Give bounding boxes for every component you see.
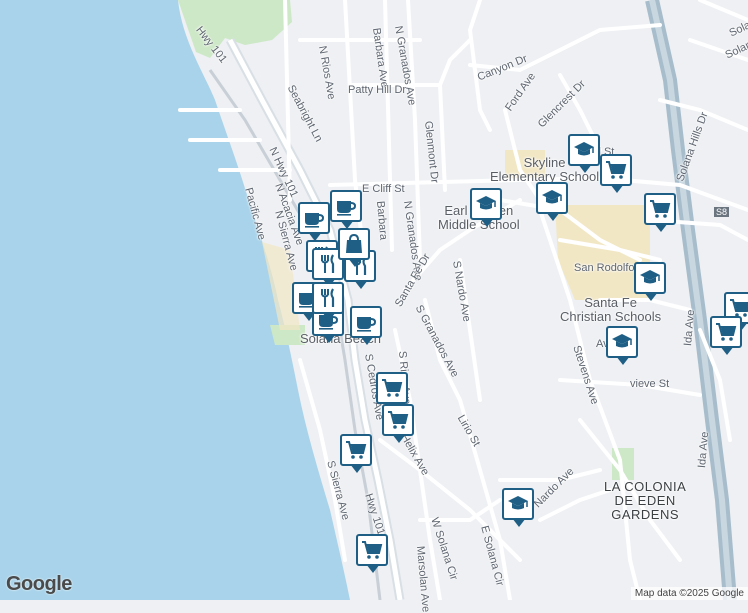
marker-pointer (322, 334, 336, 343)
grocery-marker[interactable] (382, 404, 418, 448)
school-marker[interactable] (634, 262, 670, 306)
marker-pointer (616, 356, 630, 365)
place-label-line: LA COLONIA (604, 479, 687, 494)
school-marker[interactable] (502, 488, 538, 532)
marker-pointer (348, 258, 362, 267)
marker-pointer (512, 518, 526, 527)
street-label-s-label: S8 (714, 207, 730, 217)
grocery-icon (340, 434, 372, 466)
street-label-cliff: E Cliff St (362, 183, 405, 195)
cafe-marker[interactable] (350, 306, 386, 350)
marker-pointer (322, 312, 336, 321)
school-icon (568, 134, 600, 166)
marker-pointer (610, 184, 624, 193)
street-label-genevieve: vieve St (630, 378, 670, 390)
marker-pointer (644, 292, 658, 301)
marker-pointer (546, 212, 560, 221)
school-marker[interactable] (470, 188, 506, 232)
school-icon (502, 488, 534, 520)
restaurant-icon (312, 282, 344, 314)
grocery-icon (600, 154, 632, 186)
marker-pointer (720, 346, 734, 355)
school-marker[interactable] (568, 134, 604, 178)
cafe-icon (298, 202, 330, 234)
marker-pointer (360, 336, 374, 345)
marker-pointer (654, 223, 668, 232)
marker-pointer (578, 164, 592, 173)
cafe-icon (350, 306, 382, 338)
place-label-line: Christian Schools (560, 309, 662, 324)
grocery-icon (382, 404, 414, 436)
school-marker[interactable] (536, 182, 572, 226)
place-label-line: DE EDEN (614, 493, 676, 508)
google-logo: Google (6, 573, 72, 596)
map-attribution[interactable]: Map data ©2025 Google (630, 587, 748, 600)
logo-text: Google (6, 573, 72, 595)
marker-pointer (480, 218, 494, 227)
grocery-marker[interactable] (710, 316, 746, 360)
grocery-icon (644, 193, 676, 225)
marker-pointer (350, 464, 364, 473)
cafe-icon (330, 190, 362, 222)
school-icon (606, 326, 638, 358)
grocery-marker[interactable] (600, 154, 636, 198)
restaurant-marker[interactable] (312, 282, 348, 326)
grocery-marker[interactable] (644, 193, 680, 237)
grocery-icon (710, 316, 742, 348)
school-icon (470, 188, 502, 220)
grocery-marker[interactable] (356, 534, 392, 578)
street-label-patty-hill: Patty Hill Dr (348, 84, 407, 96)
marker-pointer (354, 280, 368, 289)
marker-pointer (366, 564, 380, 573)
shopping-icon (338, 228, 370, 260)
place-label-line: GARDENS (611, 507, 680, 522)
shopping-marker[interactable] (338, 228, 374, 272)
grocery-icon (356, 534, 388, 566)
school-icon (634, 262, 666, 294)
school-icon (536, 182, 568, 214)
grocery-marker[interactable] (340, 434, 376, 478)
place-label-la-colonia[interactable]: LA COLONIA DE EDEN GARDENS (604, 480, 686, 522)
grocery-icon (376, 372, 408, 404)
school-marker[interactable] (606, 326, 642, 370)
marker-pointer (392, 434, 406, 443)
